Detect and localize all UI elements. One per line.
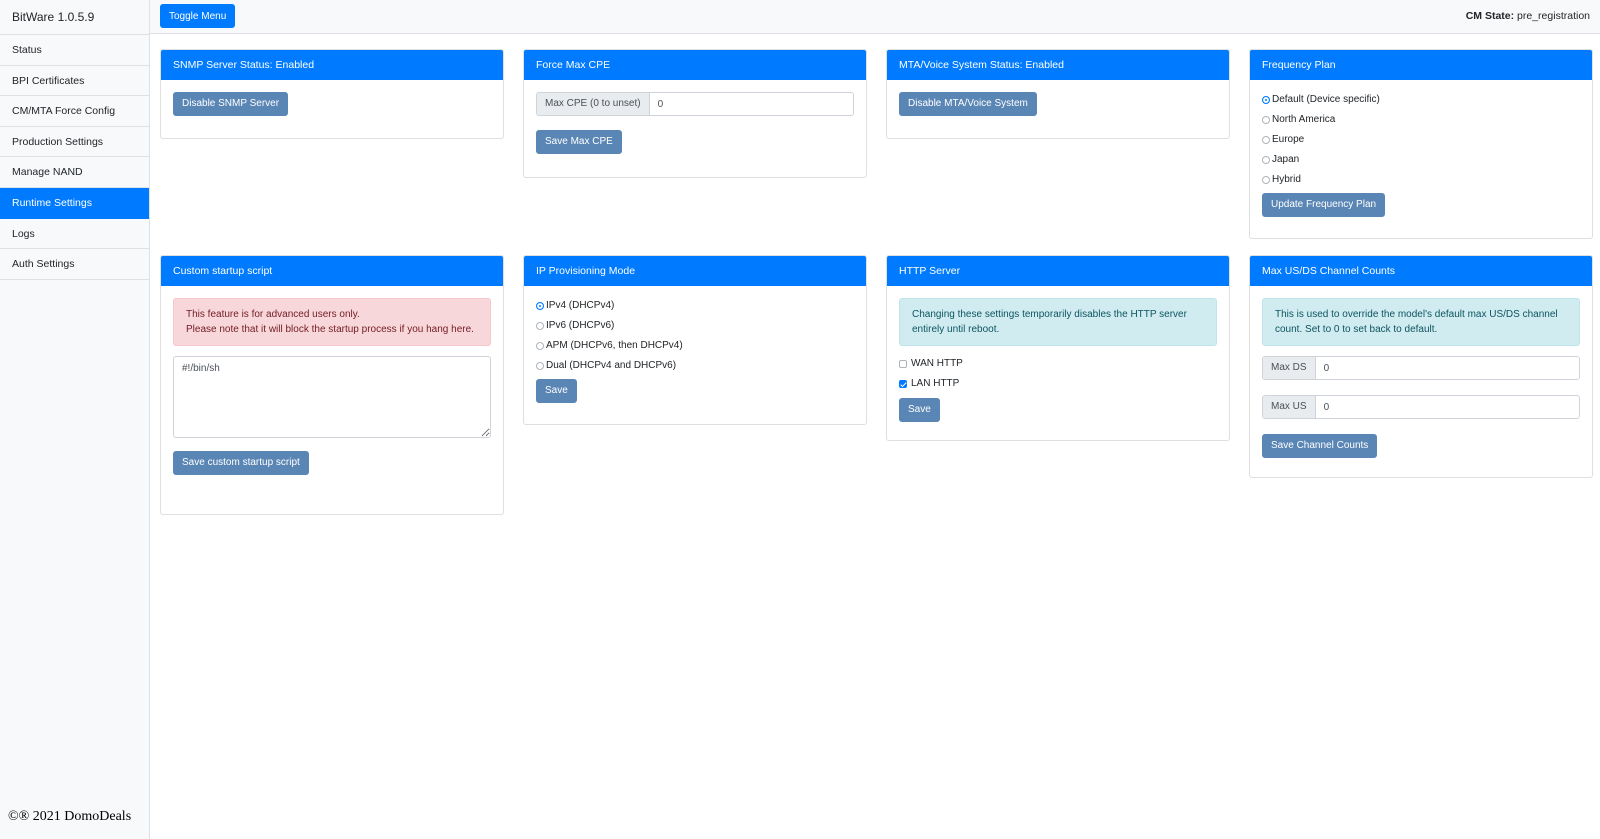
radio-icon[interactable] <box>1262 156 1270 164</box>
cm-state-label: CM State: <box>1465 10 1515 22</box>
sidebar-item-auth-settings[interactable]: Auth Settings <box>0 249 149 280</box>
app-brand: BitWare 1.0.5.9 <box>0 0 149 35</box>
sidebar-item-runtime-settings[interactable]: Runtime Settings <box>0 187 149 219</box>
radio-icon[interactable] <box>1262 96 1270 104</box>
disable-mta-button[interactable]: Disable MTA/Voice System <box>899 92 1037 116</box>
max-ds-input-group: Max DS <box>1262 356 1580 380</box>
max-us-input[interactable] <box>1315 396 1579 418</box>
sidebar-item-manage-nand[interactable]: Manage NAND <box>0 157 149 188</box>
ip-option-apm[interactable]: APM (DHCPv6, then DHCPv4) <box>536 336 854 356</box>
max-cpe-input[interactable] <box>649 93 853 115</box>
update-frequency-plan-button[interactable]: Update Frequency Plan <box>1262 193 1386 217</box>
startup-script-card-header: Custom startup script <box>161 256 503 286</box>
max-cpe-card-header: Force Max CPE <box>524 50 866 80</box>
http-server-card: HTTP Server Changing these settings temp… <box>886 255 1230 441</box>
freq-option-europe[interactable]: Europe <box>1262 130 1580 150</box>
wan-http-label: WAN HTTP <box>911 358 963 369</box>
top-bar: Toggle Menu CM State: pre_registration <box>150 0 1600 34</box>
freq-option-label: North America <box>1272 114 1336 125</box>
save-http-button[interactable]: Save <box>899 398 940 422</box>
http-info-alert: Changing these settings temporarily disa… <box>899 298 1217 346</box>
save-startup-script-button[interactable]: Save custom startup script <box>173 451 309 475</box>
lan-http-option[interactable]: LAN HTTP <box>899 374 1217 394</box>
frequency-plan-card-header: Frequency Plan <box>1250 50 1592 80</box>
radio-icon[interactable] <box>1262 136 1270 144</box>
channel-counts-card: Max US/DS Channel Counts This is used to… <box>1249 255 1593 478</box>
wan-http-option[interactable]: WAN HTTP <box>899 354 1217 374</box>
max-cpe-card: Force Max CPE Max CPE (0 to unset) Save … <box>523 49 867 178</box>
toggle-menu-button[interactable]: Toggle Menu <box>160 4 236 28</box>
cm-state: CM State: pre_registration <box>1466 10 1590 22</box>
alert-line-1: This feature is for advanced users only. <box>186 309 360 320</box>
freq-option-north-america[interactable]: North America <box>1262 110 1580 130</box>
ip-provisioning-card: IP Provisioning Mode IPv4 (DHCPv4) IPv6 … <box>523 255 867 425</box>
ip-option-ipv6[interactable]: IPv6 (DHCPv6) <box>536 316 854 336</box>
checkbox-checked-icon[interactable] <box>899 380 907 388</box>
sidebar-item-production-settings[interactable]: Production Settings <box>0 127 149 158</box>
max-cpe-input-group: Max CPE (0 to unset) <box>536 92 854 116</box>
mta-card-header: MTA/Voice System Status: Enabled <box>887 50 1229 80</box>
ip-option-dual[interactable]: Dual (DHCPv4 and DHCPv6) <box>536 356 854 376</box>
radio-icon[interactable] <box>536 342 544 350</box>
save-channel-counts-button[interactable]: Save Channel Counts <box>1262 434 1378 458</box>
ip-option-label: Dual (DHCPv4 and DHCPv6) <box>546 360 677 371</box>
startup-script-card: Custom startup script This feature is fo… <box>160 255 504 515</box>
copyright-footer: ©® 2021 DomoDeals <box>8 809 132 824</box>
cm-state-value: pre_registration <box>1514 10 1590 22</box>
snmp-card: SNMP Server Status: Enabled Disable SNMP… <box>160 49 504 139</box>
save-max-cpe-button[interactable]: Save Max CPE <box>536 130 622 154</box>
radio-icon[interactable] <box>1262 116 1270 124</box>
radio-icon[interactable] <box>536 362 544 370</box>
sidebar-item-status[interactable]: Status <box>0 35 149 66</box>
channel-info-alert: This is used to override the model's def… <box>1262 298 1580 346</box>
sidebar-item-logs[interactable]: Logs <box>0 219 149 250</box>
freq-option-japan[interactable]: Japan <box>1262 150 1580 170</box>
ip-provisioning-card-header: IP Provisioning Mode <box>524 256 866 286</box>
alert-line-2: Please note that it will block the start… <box>186 324 474 335</box>
sidebar-item-cm-mta-force-config[interactable]: CM/MTA Force Config <box>0 96 149 127</box>
lan-http-label: LAN HTTP <box>911 378 960 389</box>
ip-option-label: APM (DHCPv6, then DHCPv4) <box>546 340 683 351</box>
advanced-users-alert: This feature is for advanced users only.… <box>173 298 491 346</box>
freq-option-default[interactable]: Default (Device specific) <box>1262 90 1580 110</box>
mta-card: MTA/Voice System Status: Enabled Disable… <box>886 49 1230 139</box>
channel-counts-card-header: Max US/DS Channel Counts <box>1250 256 1592 286</box>
snmp-card-header: SNMP Server Status: Enabled <box>161 50 503 80</box>
max-ds-input[interactable] <box>1315 357 1579 379</box>
save-ip-mode-button[interactable]: Save <box>536 379 577 403</box>
max-ds-prefix: Max DS <box>1263 357 1316 379</box>
frequency-plan-card: Frequency Plan Default (Device specific)… <box>1249 49 1593 239</box>
max-us-prefix: Max US <box>1263 396 1316 418</box>
max-cpe-prefix: Max CPE (0 to unset) <box>537 93 650 115</box>
freq-option-label: Hybrid <box>1272 174 1301 185</box>
freq-option-label: Default (Device specific) <box>1272 94 1380 105</box>
ip-option-ipv4[interactable]: IPv4 (DHCPv4) <box>536 296 854 316</box>
checkbox-icon[interactable] <box>899 360 907 368</box>
freq-option-label: Japan <box>1272 154 1300 165</box>
sidebar: BitWare 1.0.5.9 Status BPI Certificates … <box>0 0 150 839</box>
radio-icon[interactable] <box>536 302 544 310</box>
ip-option-label: IPv6 (DHCPv6) <box>546 320 615 331</box>
radio-icon[interactable] <box>536 322 544 330</box>
radio-icon[interactable] <box>1262 176 1270 184</box>
disable-snmp-button[interactable]: Disable SNMP Server <box>173 92 289 116</box>
max-us-input-group: Max US <box>1262 395 1580 419</box>
startup-script-textarea[interactable]: #!/bin/sh <box>173 356 491 438</box>
sidebar-item-bpi-certificates[interactable]: BPI Certificates <box>0 66 149 97</box>
freq-option-label: Europe <box>1272 134 1305 145</box>
freq-option-hybrid[interactable]: Hybrid <box>1262 170 1580 190</box>
http-server-card-header: HTTP Server <box>887 256 1229 286</box>
ip-option-label: IPv4 (DHCPv4) <box>546 300 615 311</box>
